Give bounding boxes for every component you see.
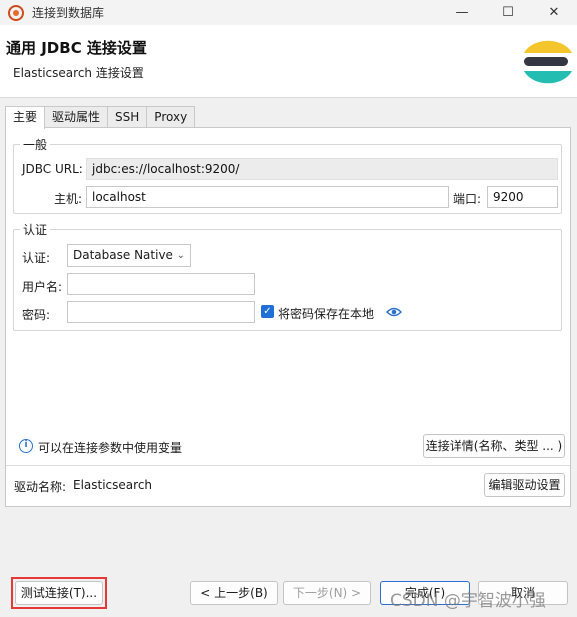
elasticsearch-logo-icon: [524, 40, 572, 84]
chevron-down-icon: ⌄: [176, 250, 185, 261]
wizard-header: 通用 JDBC 连接设置 Elasticsearch 连接设置: [0, 25, 577, 98]
close-icon[interactable]: ✕: [531, 0, 577, 25]
variables-hint-text: 可以在连接参数中使用变量: [38, 441, 183, 455]
jdbc-url-field[interactable]: jdbc:es://localhost:9200/: [86, 158, 558, 180]
password-field[interactable]: [67, 301, 255, 323]
tab-proxy[interactable]: Proxy: [146, 106, 196, 128]
title-bar: 连接到数据库 — ☐ ✕: [0, 0, 577, 25]
maximize-icon[interactable]: ☐: [485, 0, 531, 25]
page-title: 通用 JDBC 连接设置: [6, 39, 147, 57]
password-label: 密码:: [22, 308, 51, 322]
username-label: 用户名:: [22, 280, 63, 294]
window-controls: — ☐ ✕: [439, 0, 577, 25]
divider: [6, 465, 570, 466]
save-password-checkbox[interactable]: ✓: [261, 305, 274, 318]
general-group-label: 一般: [20, 136, 51, 153]
info-icon: i: [19, 439, 33, 453]
host-label: 主机:: [54, 192, 83, 206]
host-field[interactable]: localhost: [86, 186, 449, 208]
driver-name-value: Elasticsearch: [73, 478, 153, 492]
minimize-icon[interactable]: —: [439, 0, 485, 25]
watermark-text: CSDN @宇智波小强: [390, 591, 546, 611]
edit-driver-settings-button[interactable]: 编辑驱动设置: [484, 473, 565, 497]
connection-details-button[interactable]: 连接详情(名称、类型 ... ): [423, 434, 565, 458]
tab-driver-properties[interactable]: 驱动属性: [44, 106, 109, 128]
auth-method-select[interactable]: Database Native ⌄: [67, 244, 191, 267]
save-password-label: 将密码保存在本地: [278, 307, 375, 321]
port-field[interactable]: 9200: [487, 186, 558, 208]
back-button[interactable]: < 上一步(B): [190, 581, 278, 605]
jdbc-url-label: JDBC URL:: [22, 162, 83, 176]
next-button[interactable]: 下一步(N) >: [283, 581, 371, 605]
page-subtitle: Elasticsearch 连接设置: [13, 66, 144, 80]
port-label: 端口:: [453, 192, 482, 206]
tab-bar: 主要 驱动属性 SSH Proxy: [5, 106, 196, 129]
tab-ssh[interactable]: SSH: [107, 106, 148, 128]
main-tab-panel: 一般 JDBC URL: jdbc:es://localhost:9200/ 主…: [5, 127, 571, 507]
test-connection-button[interactable]: 测试连接(T)...: [15, 581, 103, 605]
window-title: 连接到数据库: [32, 6, 105, 20]
auth-group-label: 认证: [20, 221, 51, 238]
driver-name-label: 驱动名称:: [14, 480, 67, 494]
tab-main[interactable]: 主要: [5, 106, 46, 129]
username-field[interactable]: [67, 273, 255, 295]
auth-method-label: 认证:: [22, 251, 51, 265]
app-icon: [8, 4, 24, 21]
show-password-eye-icon[interactable]: [386, 306, 402, 318]
auth-method-value: Database Native: [73, 248, 173, 262]
